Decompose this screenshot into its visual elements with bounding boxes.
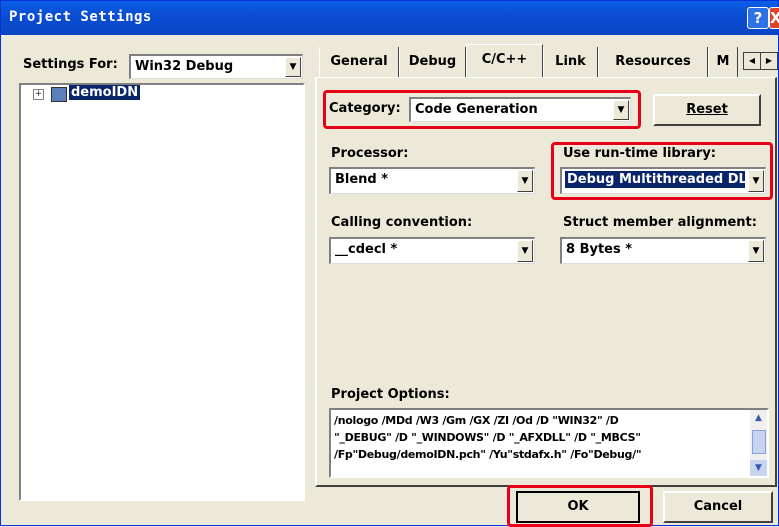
processor-dropdown[interactable]: Blend * ▼: [329, 167, 535, 194]
struct-alignment-value: 8 Bytes *: [566, 242, 633, 257]
title-bar[interactable]: Project Settings ? X: [1, 1, 779, 35]
tab-debug[interactable]: Debug: [399, 47, 466, 77]
tab-scroll-right-icon[interactable]: ▶: [760, 52, 778, 70]
runtime-library-label: Use run-time library:: [563, 146, 716, 161]
struct-alignment-dropdown[interactable]: 8 Bytes * ▼: [560, 237, 766, 264]
chevron-down-icon[interactable]: ▼: [613, 100, 629, 120]
ok-label: OK: [567, 499, 589, 514]
project-options-scrollbar[interactable]: ▲ ▼: [750, 410, 767, 476]
settings-tabs: General Debug C/C++ Link Resources M ◀ ▶: [319, 44, 778, 77]
project-folder-icon: [51, 87, 67, 102]
tab-link[interactable]: Link: [543, 47, 598, 77]
chevron-down-icon[interactable]: ▼: [748, 170, 764, 192]
chevron-down-icon[interactable]: ▼: [285, 57, 301, 77]
category-label: Category:: [329, 101, 401, 116]
scroll-up-icon[interactable]: ▲: [750, 410, 767, 426]
close-button[interactable]: X: [769, 7, 779, 29]
project-options-text: /nologo /MDd /W3 /Gm /GX /ZI /Od /D "WIN…: [334, 412, 746, 463]
project-options-line: /Fp"Debug/demoIDN.pch" /Yu"stdafx.h" /Fo…: [334, 448, 642, 461]
reset-button[interactable]: Reset: [653, 94, 761, 126]
cancel-button[interactable]: Cancel: [663, 491, 773, 523]
project-tree[interactable]: + demoIDN: [19, 83, 305, 501]
cancel-label: Cancel: [693, 499, 743, 514]
dialog-title: Project Settings: [9, 9, 152, 25]
help-button[interactable]: ?: [747, 7, 769, 29]
struct-alignment-label: Struct member alignment:: [563, 215, 757, 230]
processor-label: Processor:: [331, 146, 409, 161]
tab-scroll-left-icon[interactable]: ◀: [743, 52, 761, 70]
calling-convention-value: __cdecl *: [335, 242, 398, 257]
tab-resources[interactable]: Resources: [598, 47, 708, 77]
processor-value: Blend *: [335, 172, 389, 187]
close-icon: X: [770, 9, 779, 27]
category-value: Code Generation: [415, 102, 538, 117]
project-options-label: Project Options:: [331, 387, 450, 402]
calling-convention-label: Calling convention:: [331, 215, 473, 230]
chevron-down-icon[interactable]: ▼: [748, 240, 764, 262]
settings-for-value: Win32 Debug: [135, 59, 234, 74]
tab-general[interactable]: General: [319, 47, 399, 77]
project-options-line: /nologo /MDd /W3 /Gm /GX /ZI /Od /D "WIN…: [334, 414, 619, 427]
settings-for-dropdown[interactable]: Win32 Debug ▼: [129, 54, 303, 79]
tab-c-cpp[interactable]: C/C++: [466, 44, 543, 77]
settings-for-label: Settings For:: [23, 57, 118, 72]
project-options-line: "_DEBUG" /D "_WINDOWS" /D "_AFXDLL" /D "…: [334, 431, 641, 444]
tab-more[interactable]: M: [708, 47, 738, 77]
runtime-library-value: Debug Multithreaded DL: [565, 171, 745, 188]
project-options-textbox[interactable]: /nologo /MDd /W3 /Gm /GX /ZI /Od /D "WIN…: [329, 408, 769, 478]
category-dropdown[interactable]: Code Generation ▼: [409, 97, 631, 122]
tree-item-demoidn[interactable]: demoIDN: [69, 85, 141, 100]
calling-convention-dropdown[interactable]: __cdecl * ▼: [329, 237, 535, 264]
chevron-down-icon[interactable]: ▼: [517, 170, 533, 192]
tree-expander-icon[interactable]: +: [33, 89, 44, 100]
scroll-thumb[interactable]: [752, 430, 766, 454]
reset-label: Reset: [686, 102, 728, 117]
runtime-library-dropdown[interactable]: Debug Multithreaded DL ▼: [560, 167, 766, 194]
scroll-down-icon[interactable]: ▼: [750, 460, 767, 476]
ok-button[interactable]: OK: [516, 491, 640, 523]
project-settings-dialog: Project Settings ? X Settings For: Win32…: [0, 0, 779, 527]
chevron-down-icon[interactable]: ▼: [517, 240, 533, 262]
